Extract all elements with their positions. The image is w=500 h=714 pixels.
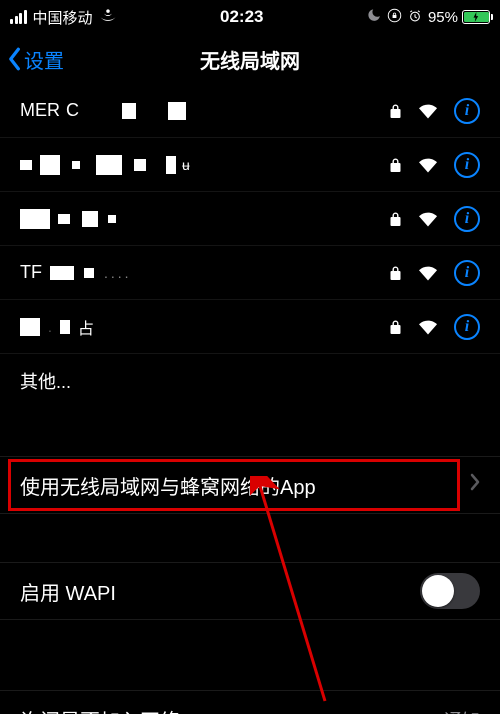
network-name: TF .... (20, 262, 389, 283)
network-name: . 占 (20, 315, 389, 339)
wifi-signal-icon (418, 157, 438, 173)
page-title: 无线局域网 (0, 45, 500, 74)
wifi-signal-icon (418, 319, 438, 335)
cellular-signal-icon (10, 10, 27, 24)
enable-wapi-row: 启用 WAPI (0, 562, 500, 620)
lock-icon (389, 103, 402, 119)
status-bar-left: 中国移动 (10, 7, 117, 28)
lock-icon (389, 319, 402, 335)
nav-header: 设置 无线局域网 (0, 34, 500, 84)
battery-icon (462, 10, 490, 24)
network-row[interactable]: i (0, 192, 500, 246)
apps-using-wlan-cellular-label: 使用无线局域网与蜂窝网络的App (20, 471, 316, 500)
info-icon[interactable]: i (454, 314, 480, 340)
battery-indicator: 95% (428, 9, 490, 26)
lock-icon (389, 211, 402, 227)
status-bar-clock: 02:23 (220, 7, 263, 27)
orientation-lock-icon (387, 8, 402, 27)
wapi-toggle[interactable] (420, 573, 480, 609)
ask-to-join-value: 通知 (444, 707, 480, 714)
alarm-icon (408, 9, 422, 26)
info-icon[interactable]: i (454, 98, 480, 124)
network-row[interactable]: MERC i (0, 84, 500, 138)
network-name-text: MER (20, 100, 60, 121)
chevron-left-icon (6, 46, 22, 72)
ask-to-join-label: 询问是否加入网络 (20, 705, 444, 714)
lock-icon (389, 265, 402, 281)
battery-percent-label: 95% (428, 9, 458, 26)
network-name: ʉ (20, 155, 389, 175)
network-row[interactable]: ʉ i (0, 138, 500, 192)
back-label: 设置 (24, 45, 64, 74)
info-icon[interactable]: i (454, 206, 480, 232)
ask-to-join-row[interactable]: 询问是否加入网络 通知 (0, 690, 500, 714)
info-icon[interactable]: i (454, 260, 480, 286)
network-name: MERC (20, 100, 389, 121)
status-bar-right: 95% (367, 8, 490, 27)
carrier-label: 中国移动 (33, 7, 93, 28)
network-name-text: TF (20, 262, 42, 283)
wifi-signal-icon (418, 103, 438, 119)
status-bar: 中国移动 02:23 95% (0, 0, 500, 34)
chevron-right-icon (470, 473, 480, 497)
wifi-signal-icon (418, 265, 438, 281)
network-row[interactable]: TF .... i (0, 246, 500, 300)
network-list: MERC i ʉ i (0, 84, 500, 408)
info-icon[interactable]: i (454, 152, 480, 178)
enable-wapi-label: 启用 WAPI (20, 577, 116, 606)
other-network-row[interactable]: 其他... (0, 354, 500, 408)
wifi-signal-icon (418, 211, 438, 227)
other-network-label: 其他... (20, 368, 71, 394)
battery-charging-icon (464, 12, 489, 22)
lock-icon (389, 157, 402, 173)
do-not-disturb-icon (367, 8, 381, 26)
back-button[interactable]: 设置 (0, 45, 64, 74)
network-name (20, 209, 389, 229)
network-row[interactable]: . 占 i (0, 300, 500, 354)
apps-using-wlan-cellular-row[interactable]: 使用无线局域网与蜂窝网络的App (0, 456, 500, 514)
toggle-knob (422, 575, 454, 607)
wifi-status-icon (99, 8, 117, 26)
